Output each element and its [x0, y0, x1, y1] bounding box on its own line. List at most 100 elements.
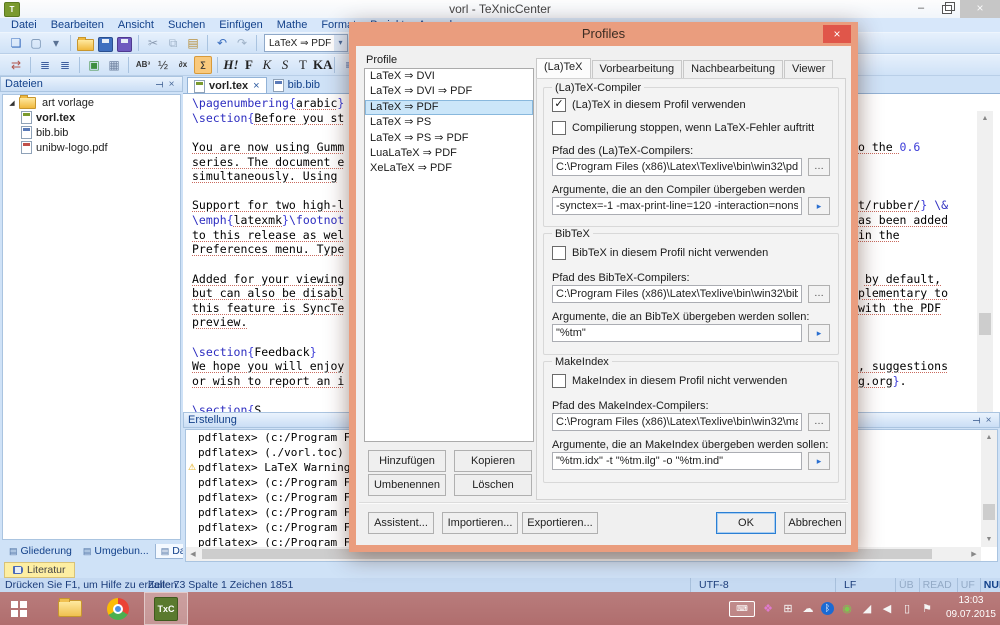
menu-suchen[interactable]: Suchen: [161, 18, 212, 32]
format-italic-icon[interactable]: K: [259, 56, 275, 74]
expander-icon[interactable]: ◢: [7, 99, 17, 107]
panel-tab-gliederung[interactable]: ▤Gliederung: [4, 544, 77, 558]
insert-image-icon[interactable]: ▣: [85, 56, 103, 74]
format-bold-icon[interactable]: F: [241, 56, 257, 74]
flag-icon[interactable]: ⚑: [920, 602, 934, 615]
sync-icon[interactable]: ⇄: [7, 56, 25, 74]
dialog-tab-nachbearbeitung[interactable]: Nachbearbeitung: [683, 60, 783, 78]
power-icon[interactable]: ▯: [900, 602, 914, 615]
format-text-icon[interactable]: T: [295, 56, 311, 74]
bibtex-args-input[interactable]: [552, 324, 802, 342]
panel-close-icon[interactable]: ×: [165, 79, 178, 90]
dialog-tab-viewer[interactable]: Viewer: [784, 60, 833, 78]
profile-item-xelatex-pdf[interactable]: XeLaTeX ⇒ PDF: [365, 161, 533, 176]
paste-icon[interactable]: ▤: [184, 34, 202, 52]
save-icon[interactable]: [98, 37, 113, 52]
makeindex-args-input[interactable]: [552, 452, 802, 470]
start-button[interactable]: [0, 592, 44, 625]
makeindex-path-input[interactable]: [552, 413, 802, 431]
editor-scroll-thumb[interactable]: [979, 313, 991, 335]
panel-tab-umgebun[interactable]: ▤Umgebun...: [78, 544, 154, 558]
import-button[interactable]: Importieren...: [442, 512, 518, 534]
format-heading-icon[interactable]: H!: [223, 56, 239, 74]
restore-button[interactable]: [936, 0, 958, 18]
ok-button[interactable]: OK: [716, 512, 776, 534]
cut-icon[interactable]: ✂: [144, 34, 162, 52]
sum-icon[interactable]: ∑: [194, 56, 212, 74]
checkbox[interactable]: [552, 374, 566, 388]
profile-list[interactable]: LaTeX ⇒ DVILaTeX ⇒ DVI ⇒ PDFLaTeX ⇒ PDFL…: [364, 68, 534, 442]
redo-icon[interactable]: ↷: [233, 34, 251, 52]
editor-tab-bib-bib[interactable]: bib.bib: [267, 77, 326, 93]
undo-icon[interactable]: ↶: [213, 34, 231, 52]
profile-item-latex-ps[interactable]: LaTeX ⇒ PS: [365, 115, 533, 130]
tree-item-vorl-tex[interactable]: vorl.tex: [3, 110, 180, 125]
network-icon[interactable]: ◢: [860, 602, 874, 615]
pin-icon[interactable]: Τ: [153, 78, 164, 91]
volume-icon[interactable]: ◀: [880, 602, 894, 615]
latex-args-input[interactable]: [552, 197, 802, 215]
delete-button[interactable]: Löschen: [454, 474, 532, 496]
scroll-down-icon[interactable]: ▼: [981, 532, 997, 547]
new-project-icon[interactable]: ❏: [7, 34, 25, 52]
taskbar-clock[interactable]: 13:03 09.07.2015: [946, 594, 996, 622]
wizard-button[interactable]: Assistent...: [368, 512, 434, 534]
args-menu-button[interactable]: ▸: [808, 324, 830, 342]
bibtex-path-input[interactable]: [552, 285, 802, 303]
tab-close-icon[interactable]: ×: [253, 80, 259, 92]
format-slanted-icon[interactable]: S: [277, 56, 293, 74]
dialog-tab-la-tex[interactable]: (La)TeX: [536, 58, 591, 78]
defender-icon[interactable]: ⊞: [781, 602, 795, 615]
dialog-tab-vorbearbeitung[interactable]: Vorbearbeitung: [592, 60, 683, 78]
args-menu-button[interactable]: ▸: [808, 452, 830, 470]
panel-close-icon[interactable]: ×: [982, 415, 995, 426]
menu-ansicht[interactable]: Ansicht: [111, 18, 161, 32]
browse-button[interactable]: …: [808, 285, 830, 303]
profile-item-latex-dvi-pdf[interactable]: LaTeX ⇒ DVI ⇒ PDF: [365, 84, 533, 99]
latex-path-input[interactable]: [552, 158, 802, 176]
profile-item-latex-pdf[interactable]: LaTeX ⇒ PDF: [365, 100, 533, 115]
cancel-button[interactable]: Abbrechen: [784, 512, 846, 534]
output-scroll-thumb[interactable]: [983, 504, 995, 520]
editor-tab-vorl-tex[interactable]: vorl.tex×: [187, 77, 267, 94]
antivirus-icon[interactable]: ❖: [761, 602, 775, 615]
onedrive-icon[interactable]: ☁: [801, 602, 815, 615]
scroll-left-icon[interactable]: ◀: [186, 550, 200, 558]
editor-vertical-scrollbar[interactable]: ▲ ▼: [977, 111, 993, 430]
checkbox[interactable]: [552, 246, 566, 260]
copy-icon[interactable]: ⧉: [164, 34, 182, 52]
profile-item-lualatex-pdf[interactable]: LuaLaTeX ⇒ PDF: [365, 146, 533, 161]
format-smallcaps-icon[interactable]: KA: [313, 56, 329, 74]
browse-button[interactable]: …: [808, 413, 830, 431]
graphics-icon[interactable]: ◉: [840, 602, 854, 615]
browse-button[interactable]: …: [808, 158, 830, 176]
scroll-up-icon[interactable]: ▲: [981, 430, 997, 445]
new-document-icon[interactable]: ▢: [27, 34, 45, 52]
taskbar-explorer-button[interactable]: [48, 592, 92, 625]
output-vertical-scrollbar[interactable]: ▲ ▼: [981, 430, 997, 547]
export-button[interactable]: Exportieren...: [522, 512, 598, 534]
checkbox[interactable]: [552, 121, 566, 135]
checkbox[interactable]: ✓: [552, 98, 566, 112]
profile-item-latex-ps-pdf[interactable]: LaTeX ⇒ PS ⇒ PDF: [365, 131, 533, 146]
save-all-icon[interactable]: [117, 37, 132, 52]
derivative-icon[interactable]: ∂x: [174, 56, 192, 74]
add-button[interactable]: Hinzufügen: [368, 450, 446, 472]
rename-button[interactable]: Umbenennen: [368, 474, 446, 496]
args-menu-button[interactable]: ▸: [808, 197, 830, 215]
numbered-list-icon[interactable]: ≣: [56, 56, 74, 74]
bullet-list-icon[interactable]: ≣: [36, 56, 54, 74]
superscript-icon[interactable]: AB³: [134, 56, 152, 74]
taskbar-chrome-button[interactable]: [96, 592, 140, 625]
latex-use-checkbox-row[interactable]: ✓ (La)TeX in diesem Profil verwenden: [552, 98, 746, 112]
open-icon[interactable]: [77, 39, 94, 51]
scroll-up-icon[interactable]: ▲: [977, 111, 993, 126]
menu-mathe[interactable]: Mathe: [270, 18, 315, 32]
scroll-right-icon[interactable]: ▶: [967, 550, 981, 558]
bibtex-skip-checkbox-row[interactable]: BibTeX in diesem Profil nicht verwenden: [552, 246, 768, 260]
chevron-down-icon[interactable]: ▾: [334, 35, 347, 51]
bluetooth-icon[interactable]: ᛒ: [821, 602, 834, 615]
copy-button[interactable]: Kopieren: [454, 450, 532, 472]
menu-datei[interactable]: Datei: [4, 18, 44, 32]
makeindex-skip-checkbox-row[interactable]: MakeIndex in diesem Profil nicht verwend…: [552, 374, 787, 388]
